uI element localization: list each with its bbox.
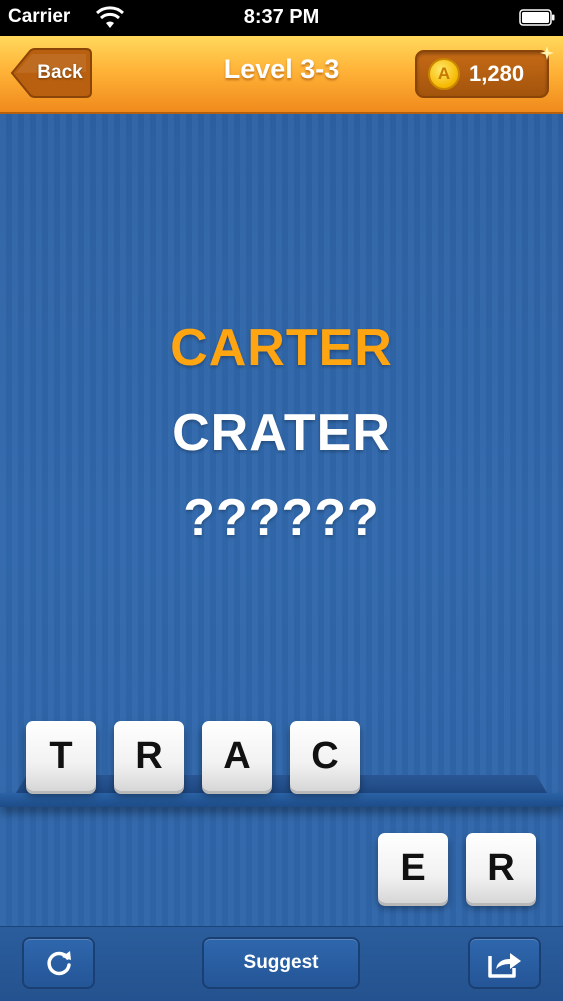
- letter-tile[interactable]: E: [378, 833, 448, 903]
- letter-tile[interactable]: T: [26, 721, 96, 791]
- suggest-button[interactable]: Suggest: [202, 937, 360, 989]
- word-row-1: CARTER: [170, 319, 393, 377]
- word-row-2: CRATER: [172, 404, 391, 462]
- suggest-label: Suggest: [243, 952, 319, 973]
- header-bar: Back Level 3-3 A 1,280: [0, 36, 563, 114]
- share-icon: [487, 953, 521, 978]
- coin-balance[interactable]: A 1,280: [415, 50, 549, 98]
- shelf-front: [0, 793, 563, 807]
- clock: 8:37 PM: [243, 6, 320, 28]
- letter-tile[interactable]: R: [466, 833, 536, 903]
- battery-icon: [519, 9, 555, 26]
- coin-count: 1,280: [469, 61, 525, 86]
- restart-button[interactable]: [22, 937, 95, 989]
- letter-tile[interactable]: A: [202, 721, 272, 791]
- share-button[interactable]: [468, 937, 541, 989]
- letter-tile[interactable]: R: [114, 721, 184, 791]
- status-bar: Carrier 8:37 PM: [0, 0, 563, 36]
- letter-tile[interactable]: C: [290, 721, 360, 791]
- bottom-toolbar: Suggest: [0, 926, 563, 1001]
- coin-icon: A: [428, 58, 460, 90]
- sparkle-icon: [540, 46, 554, 60]
- restart-icon: [46, 951, 71, 976]
- word-row-3-unsolved: ??????: [183, 489, 380, 547]
